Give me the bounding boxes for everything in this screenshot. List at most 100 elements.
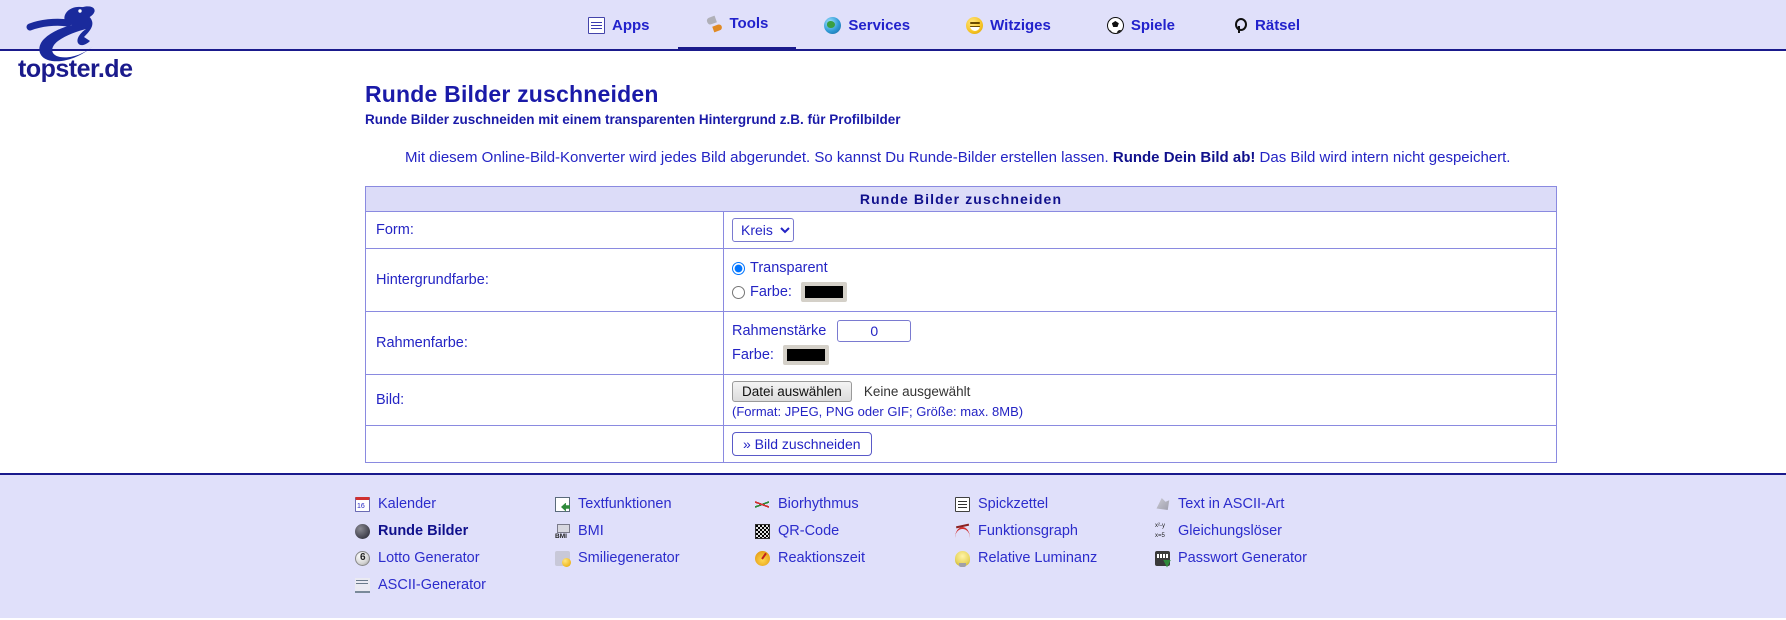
footer-link-relative-luminanz[interactable]: Relative Luminanz xyxy=(955,547,1155,569)
footer-label-spickzettel: Spickzettel xyxy=(978,496,1049,512)
radio-farbe[interactable] xyxy=(732,285,745,299)
background-color-swatch[interactable] xyxy=(800,282,847,302)
footer-link-ascii-generator[interactable]: ASCII-Generator xyxy=(355,574,555,596)
intro-text-bold: Runde Dein Bild ab! xyxy=(1112,149,1256,166)
lotto-ball-icon xyxy=(355,550,370,566)
graph-curve-icon xyxy=(955,524,970,539)
footer-label-text-in-ascii-art: Text in ASCII-Art xyxy=(1178,496,1285,512)
nav-item-services[interactable]: Services xyxy=(796,0,938,51)
smilie-generator-icon xyxy=(555,550,571,567)
puzzle-key-icon xyxy=(1231,17,1248,34)
tools-icon xyxy=(706,15,723,32)
biorhythm-icon xyxy=(755,497,770,512)
label-form: Form: xyxy=(365,211,724,249)
border-color-swatch[interactable] xyxy=(782,345,829,365)
file-status-label: Keine ausgewählt xyxy=(863,384,971,399)
footer-link-funktionsgraph[interactable]: Funktionsgraph xyxy=(955,520,1155,542)
nav-label-spiele: Spiele xyxy=(1130,17,1176,34)
note-icon xyxy=(955,496,970,512)
radio-line-transparent: Transparent xyxy=(732,257,1546,279)
nav-label-services: Services xyxy=(848,17,911,34)
footer-link-biorhythmus[interactable]: Biorhythmus xyxy=(755,493,955,515)
shape-select[interactable]: Kreis xyxy=(732,218,794,242)
footer-label-gleichungsloeser: Gleichungslöser xyxy=(1178,523,1282,539)
footer-link-lotto-generator[interactable]: Lotto Generator xyxy=(355,547,555,569)
submit-button[interactable]: » Bild zuschneiden xyxy=(732,432,872,456)
footer-link-passwort-generator[interactable]: Passwort Generator xyxy=(1155,547,1383,569)
footer-link-smiliegenerator[interactable]: Smiliegenerator xyxy=(555,547,755,569)
border-color-line: Farbe: xyxy=(732,344,1546,366)
label-border-farbe: Farbe: xyxy=(732,347,774,363)
footer-link-kalender[interactable]: Kalender xyxy=(355,493,555,515)
field-bild: Datei auswählen Keine ausgewählt (Format… xyxy=(723,374,1557,426)
choose-file-button[interactable]: Datei auswählen xyxy=(732,381,852,402)
submit-cell: » Bild zuschneiden xyxy=(723,425,1557,463)
radio-label-farbe: Farbe: xyxy=(750,284,792,300)
topster-logo-mark xyxy=(26,6,95,62)
label-rahmenstaerke: Rahmenstärke xyxy=(732,323,827,339)
radio-line-farbe: Farbe: xyxy=(732,281,1546,303)
nav-label-witziges: Witziges xyxy=(990,17,1051,34)
form-row-shape: Form: Kreis xyxy=(365,211,1557,249)
field-form: Kreis xyxy=(723,211,1557,249)
nav-item-raetsel[interactable]: Rätsel xyxy=(1203,0,1328,51)
footer-label-qr-code: QR-Code xyxy=(778,523,840,539)
footer-label-kalender: Kalender xyxy=(378,496,437,512)
footer-label-smiliegenerator: Smiliegenerator xyxy=(578,550,680,566)
site-footer: Kalender Runde Bilder Lotto Generator AS… xyxy=(0,473,1786,618)
radio-label-transparent: Transparent xyxy=(750,260,828,276)
nav-item-tools[interactable]: Tools xyxy=(677,0,797,51)
footer-link-gleichungsloeser[interactable]: Gleichungslöser xyxy=(1155,520,1383,542)
footer-column-5: Text in ASCII-Art Gleichungslöser Passwo… xyxy=(1155,493,1383,618)
lightbulb-icon xyxy=(955,550,970,567)
nav-item-spiele[interactable]: Spiele xyxy=(1079,0,1203,51)
footer-column-2: Textfunktionen BMI Smiliegenerator xyxy=(555,493,755,618)
equation-icon xyxy=(1155,523,1170,539)
services-icon xyxy=(824,17,842,34)
footer-link-textfunktionen[interactable]: Textfunktionen xyxy=(555,493,755,515)
bmi-scale-icon xyxy=(555,523,570,540)
footer-column-3: Biorhythmus QR-Code Reaktionszeit xyxy=(755,493,955,618)
nav-item-apps[interactable]: Apps xyxy=(560,0,678,51)
footer-link-reaktionszeit[interactable]: Reaktionszeit xyxy=(755,547,955,569)
label-hintergrundfarbe: Hintergrundfarbe: xyxy=(365,248,724,312)
apps-icon xyxy=(588,17,605,34)
qr-code-icon xyxy=(755,523,770,539)
radio-transparent[interactable] xyxy=(732,261,745,275)
nav-item-witziges[interactable]: Witziges xyxy=(938,0,1079,51)
logo-text: topster.de xyxy=(18,55,133,83)
intro-paragraph: Mit diesem Online-Bild-Konverter wird je… xyxy=(405,149,1786,166)
main-content: Runde Bilder zuschneiden Runde Bilder zu… xyxy=(0,51,1786,473)
label-rahmenfarbe: Rahmenfarbe: xyxy=(365,311,724,375)
footer-label-bmi: BMI xyxy=(578,523,604,539)
page-subtitle: Runde Bilder zuschneiden mit einem trans… xyxy=(365,112,901,127)
footer-label-passwort-generator: Passwort Generator xyxy=(1178,550,1307,566)
footer-link-qr-code[interactable]: QR-Code xyxy=(755,520,955,542)
smiley-icon xyxy=(966,17,984,34)
footer-column-1: Kalender Runde Bilder Lotto Generator AS… xyxy=(355,493,555,618)
form-row-submit: » Bild zuschneiden xyxy=(365,425,1557,463)
border-strength-input[interactable] xyxy=(837,320,912,342)
site-logo[interactable]: topster.de xyxy=(10,3,140,85)
footer-link-runde-bilder[interactable]: Runde Bilder xyxy=(355,520,555,542)
footer-label-runde-bilder: Runde Bilder xyxy=(378,523,469,539)
footer-label-reaktionszeit: Reaktionszeit xyxy=(778,550,866,566)
footer-label-relative-luminanz: Relative Luminanz xyxy=(978,550,1098,566)
submit-row-spacer xyxy=(365,425,724,463)
nav-label-apps: Apps xyxy=(612,17,650,34)
form-table-header-label: Runde Bilder zuschneiden xyxy=(365,186,1557,212)
nav-label-raetsel: Rätsel xyxy=(1255,17,1301,34)
page-title: Runde Bilder zuschneiden xyxy=(365,81,659,107)
form-row-border: Rahmenfarbe: Rahmenstärke Farbe: xyxy=(365,311,1557,375)
stopwatch-icon xyxy=(755,550,770,566)
footer-link-text-in-ascii-art[interactable]: Text in ASCII-Art xyxy=(1155,493,1383,515)
form-row-image: Bild: Datei auswählen Keine ausgewählt (… xyxy=(365,374,1557,426)
footer-link-spickzettel[interactable]: Spickzettel xyxy=(955,493,1155,515)
field-rahmenfarbe: Rahmenstärke Farbe: xyxy=(723,311,1557,375)
border-strength-line: Rahmenstärke xyxy=(732,320,1546,342)
site-header: topster.de Apps Tools Services Witziges … xyxy=(0,0,1786,83)
form-table-header-row: Runde Bilder zuschneiden xyxy=(365,186,1557,212)
footer-label-textfunktionen: Textfunktionen xyxy=(578,496,672,512)
footer-link-bmi[interactable]: BMI xyxy=(555,520,755,542)
footer-label-ascii-generator: ASCII-Generator xyxy=(378,577,486,593)
